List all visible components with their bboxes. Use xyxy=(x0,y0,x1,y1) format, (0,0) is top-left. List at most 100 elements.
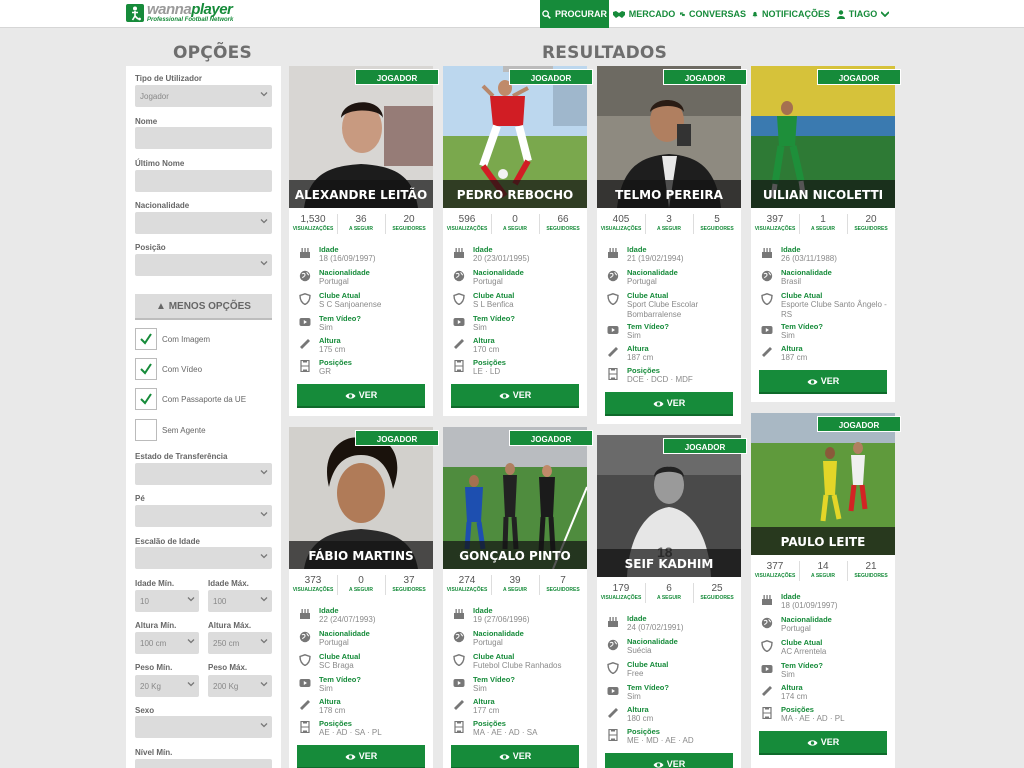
posicao-select[interactable] xyxy=(135,254,272,276)
chevron-down-icon xyxy=(187,682,195,687)
shield-icon xyxy=(607,293,619,305)
eye-icon xyxy=(499,393,510,399)
views-stat: 179 VISUALIZAÇÕES xyxy=(597,583,645,601)
followers-count: 7 xyxy=(560,575,566,586)
followers-count: 66 xyxy=(557,214,569,225)
views-label: VISUALIZAÇÕES xyxy=(446,226,488,232)
eye-icon xyxy=(653,401,664,407)
age-label: Idade xyxy=(473,606,493,615)
view-profile-button[interactable]: VER xyxy=(759,370,887,394)
field-icon xyxy=(608,368,618,380)
globe-icon xyxy=(761,270,773,282)
nav-conversas[interactable]: CONVERSAS xyxy=(680,0,746,28)
peso-max-label: Peso Máx. xyxy=(208,663,248,672)
ultimo-nome-input[interactable] xyxy=(135,170,272,192)
idade-max-value: 100 xyxy=(213,597,227,606)
nav-user-menu[interactable]: TIAGO xyxy=(834,0,892,28)
pe-select[interactable] xyxy=(135,505,272,527)
tipo-select[interactable]: Jogador xyxy=(135,85,272,107)
positions-value: LE · LD xyxy=(473,367,501,376)
views-label: VISUALIZAÇÕES xyxy=(600,595,642,601)
player-name[interactable]: GONÇALO PINTO xyxy=(443,541,587,569)
nav-mercado[interactable]: MERCADO xyxy=(612,0,676,28)
club-label: Clube Atual xyxy=(473,291,515,300)
nome-input[interactable] xyxy=(135,127,272,149)
player-name[interactable]: ALEXANDRE LEITÃO xyxy=(289,180,433,208)
com-video-checkbox[interactable] xyxy=(135,358,157,380)
sem-agente-checkbox[interactable] xyxy=(135,419,157,441)
eye-icon xyxy=(807,379,818,385)
player-type-badge: JOGADOR xyxy=(817,416,901,432)
nav-label: PROCURAR xyxy=(554,9,607,19)
player-name[interactable]: PAULO LEITE xyxy=(751,527,895,555)
followers-stat: 21 SEGUIDORES xyxy=(847,561,895,579)
followers-count: 37 xyxy=(403,575,415,586)
followers-label: SEGUIDORES xyxy=(546,587,580,593)
player-name[interactable]: FÁBIO MARTINS xyxy=(289,541,433,569)
idade-min-select[interactable]: 10 xyxy=(135,590,199,612)
nivel-select[interactable] xyxy=(135,759,272,768)
view-profile-button[interactable]: VER xyxy=(605,753,733,768)
sem-agente-label: Sem Agente xyxy=(162,426,206,435)
cake-icon xyxy=(300,248,310,258)
idade-max-label: Idade Máx. xyxy=(208,579,249,588)
ruler-icon xyxy=(762,686,772,696)
less-options-button[interactable]: ▲ MENOS OPÇÕES xyxy=(135,294,272,320)
followers-label: SEGUIDORES xyxy=(700,226,734,232)
views-label: VISUALIZAÇÕES xyxy=(292,587,334,593)
age-value: 18 (01/09/1997) xyxy=(781,601,838,610)
altura-max-select[interactable]: 250 cm xyxy=(208,632,272,654)
view-profile-button[interactable]: VER xyxy=(297,745,425,768)
checkmark-icon xyxy=(140,333,152,345)
age-value: 24 (07/02/1991) xyxy=(627,623,684,632)
idade-max-select[interactable]: 100 xyxy=(208,590,272,612)
views-label: VISUALIZAÇÕES xyxy=(754,226,796,232)
player-name[interactable]: PEDRO REBOCHO xyxy=(443,180,587,208)
com-passaporte-label: Com Passaporte da UE xyxy=(162,395,247,404)
view-profile-button[interactable]: VER xyxy=(451,745,579,768)
views-label: VISUALIZAÇÕES xyxy=(292,226,334,232)
views-label: VISUALIZAÇÕES xyxy=(754,573,796,579)
altura-min-select[interactable]: 100 cm xyxy=(135,632,199,654)
ruler-icon xyxy=(454,339,464,349)
search-icon xyxy=(542,9,551,19)
estado-select[interactable] xyxy=(135,463,272,485)
height-label: Altura xyxy=(781,344,803,353)
age-value: 22 (24/07/1993) xyxy=(319,615,376,624)
cake-icon xyxy=(608,617,618,627)
handshake-icon xyxy=(612,10,625,18)
player-type-badge: JOGADOR xyxy=(663,69,747,85)
nome-label: Nome xyxy=(135,117,158,126)
peso-min-select[interactable]: 20 Kg xyxy=(135,675,199,697)
com-imagem-checkbox[interactable] xyxy=(135,328,157,350)
view-button-label: VER xyxy=(358,390,378,400)
following-label: A SEGUIR xyxy=(657,226,681,232)
club-label: Clube Atual xyxy=(627,291,669,300)
nationality-value: Brasil xyxy=(781,277,802,286)
nationality-value: Portugal xyxy=(319,277,349,286)
view-profile-button[interactable]: VER xyxy=(297,384,425,408)
sexo-select[interactable] xyxy=(135,716,272,738)
nacionalidade-select[interactable] xyxy=(135,212,272,234)
view-profile-button[interactable]: VER xyxy=(605,392,733,416)
nav-procurar[interactable]: PROCURAR xyxy=(540,0,609,28)
view-profile-button[interactable]: VER xyxy=(451,384,579,408)
following-count: 3 xyxy=(666,214,672,225)
escalao-select[interactable] xyxy=(135,547,272,569)
view-profile-button[interactable]: VER xyxy=(759,731,887,755)
age-label: Idade xyxy=(319,245,339,254)
chevron-down-icon xyxy=(260,682,268,687)
player-name[interactable]: SEIF KADHIM xyxy=(597,549,741,577)
nav-notificacoes[interactable]: NOTIFICAÇÕES xyxy=(752,0,830,28)
view-button-label: VER xyxy=(820,737,840,747)
chevron-down-icon xyxy=(260,597,268,602)
peso-max-select[interactable]: 200 Kg xyxy=(208,675,272,697)
player-name[interactable]: TELMO PEREIRA xyxy=(597,180,741,208)
age-label: Idade xyxy=(473,245,493,254)
pe-label: Pé xyxy=(135,494,145,503)
player-name[interactable]: UILIAN NICOLETTI xyxy=(751,180,895,208)
ultimo-nome-label: Último Nome xyxy=(135,159,185,168)
com-passaporte-checkbox[interactable] xyxy=(135,388,157,410)
age-value: 20 (23/01/1995) xyxy=(473,254,530,263)
view-button-label: VER xyxy=(358,751,378,761)
